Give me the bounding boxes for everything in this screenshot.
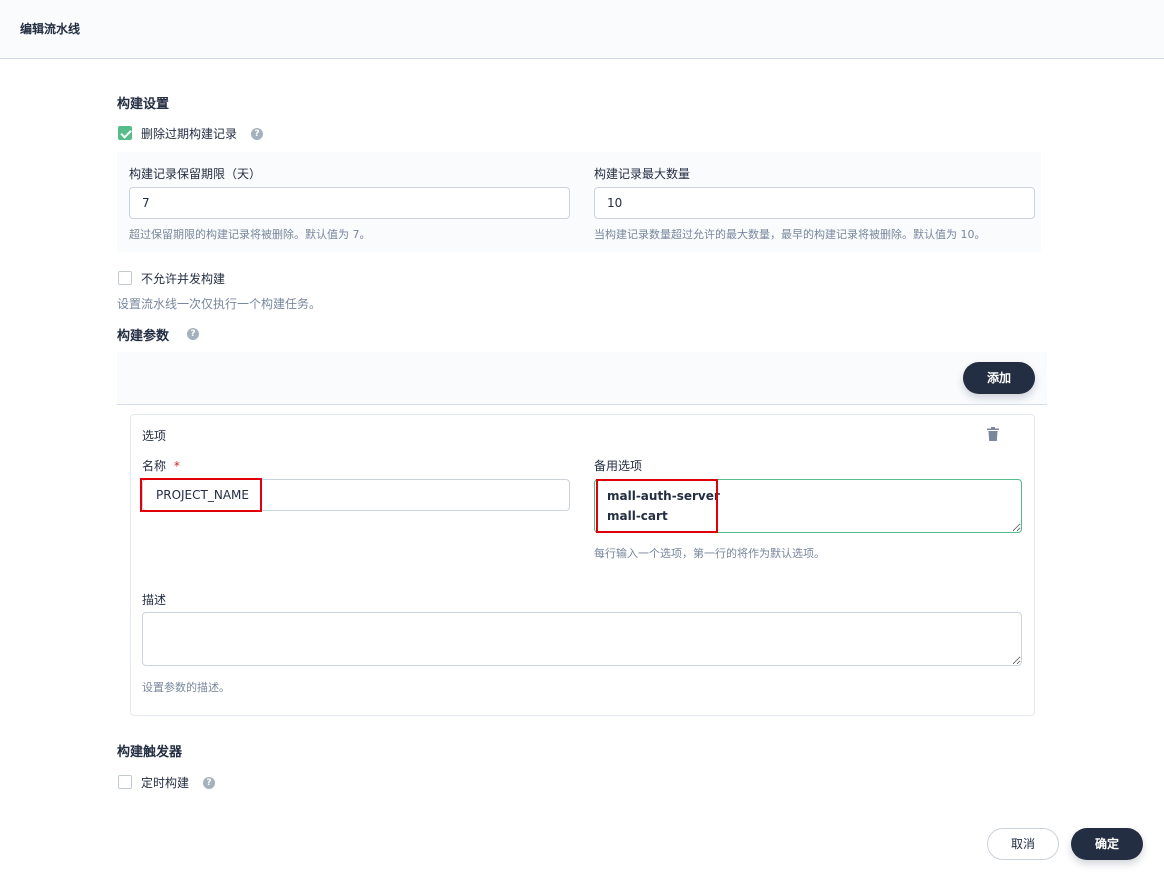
retention-days-hint: 超过保留期限的构建记录将被删除。默认值为 7。 xyxy=(129,228,371,241)
no-concurrent-checkbox[interactable] xyxy=(118,271,132,285)
build-triggers-title: 构建触发器 xyxy=(117,745,183,760)
param-card xyxy=(130,414,1035,716)
add-param-button[interactable]: 添加 xyxy=(963,362,1035,394)
param-options-hint: 每行输入一个选项，第一行的将作为默认选项。 xyxy=(594,547,825,560)
help-icon[interactable]: ? xyxy=(203,777,215,789)
param-desc-label: 描述 xyxy=(142,593,167,607)
max-records-input[interactable] xyxy=(594,187,1035,219)
scheduled-build-checkbox[interactable] xyxy=(118,775,132,789)
build-settings-title: 构建设置 xyxy=(117,97,170,112)
param-options-label: 备用选项 xyxy=(594,459,643,473)
param-desc-hint: 设置参数的描述。 xyxy=(142,681,230,694)
param-name-label-text: 名称 xyxy=(142,459,167,473)
help-icon[interactable]: ? xyxy=(251,128,263,140)
trash-icon[interactable] xyxy=(987,427,999,441)
no-concurrent-label: 不允许并发构建 xyxy=(141,272,226,286)
discard-old-label: 删除过期构建记录 xyxy=(141,127,238,141)
params-toolbar xyxy=(117,352,1047,405)
max-records-label: 构建记录最大数量 xyxy=(594,167,691,181)
no-concurrent-hint: 设置流水线一次仅执行一个构建任务。 xyxy=(117,297,322,311)
max-records-hint: 当构建记录数量超过允许的最大数量，最早的构建记录将被删除。默认值为 10。 xyxy=(594,228,986,241)
retention-days-label: 构建记录保留期限（天） xyxy=(129,167,262,181)
discard-old-checkbox[interactable] xyxy=(118,126,132,140)
help-icon[interactable]: ? xyxy=(187,328,199,340)
dialog-title: 编辑流水线 xyxy=(20,22,81,36)
dialog-header: 编辑流水线 xyxy=(0,0,1164,59)
scheduled-build-label: 定时构建 xyxy=(141,776,190,790)
build-params-title: 构建参数 xyxy=(117,329,170,344)
cancel-button[interactable]: 取消 xyxy=(987,828,1059,860)
highlight-box xyxy=(140,478,262,512)
highlight-box xyxy=(596,479,718,533)
retention-days-input[interactable] xyxy=(129,187,570,219)
confirm-button[interactable]: 确定 xyxy=(1071,828,1143,860)
param-desc-textarea[interactable] xyxy=(142,612,1022,666)
param-name-label: 名称 * xyxy=(142,457,180,474)
required-mark: * xyxy=(173,459,180,473)
param-type-label: 选项 xyxy=(142,429,167,443)
